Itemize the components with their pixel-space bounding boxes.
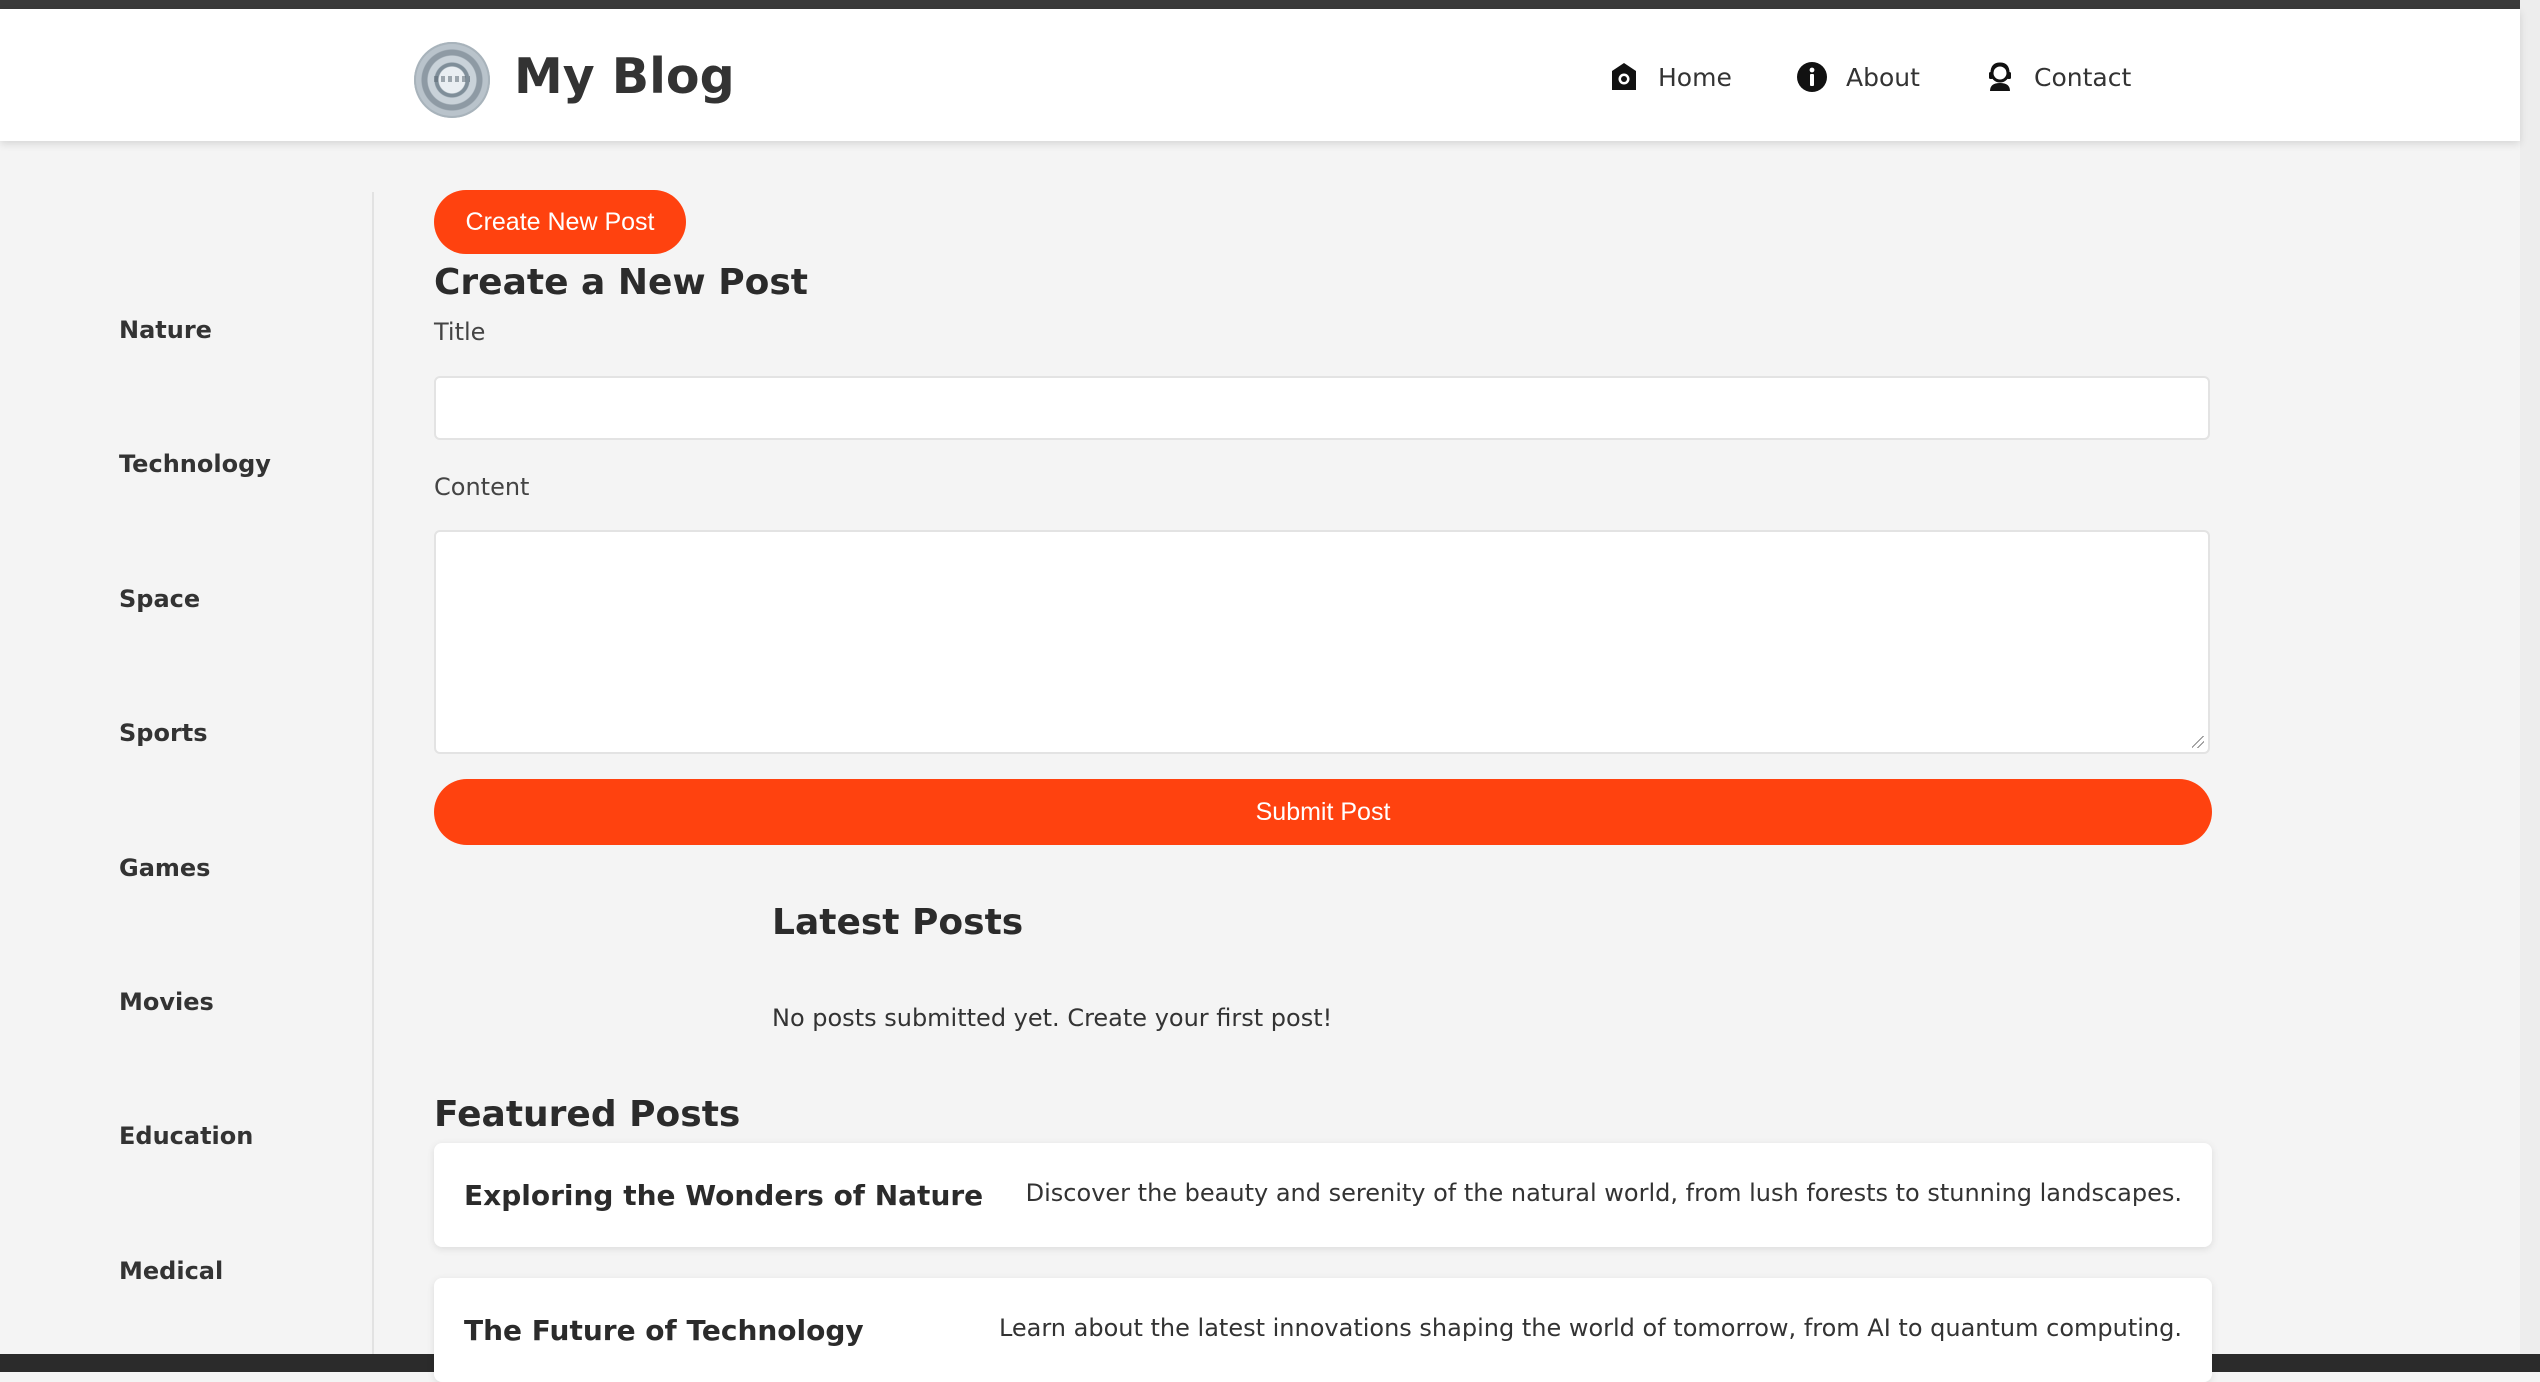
latest-posts-empty-message: No posts submitted yet. Create your firs…: [772, 1004, 1332, 1032]
nav-about-label: About: [1846, 63, 1920, 92]
nav-about-link[interactable]: About: [1796, 54, 1920, 100]
featured-posts-heading: Featured Posts: [434, 1094, 740, 1135]
category-technology[interactable]: Technology: [119, 450, 271, 478]
nav-contact-label: Contact: [2034, 63, 2131, 92]
featured-post-card[interactable]: Exploring the Wonders of Nature Discover…: [434, 1143, 2212, 1247]
contact-icon: [1984, 61, 2016, 93]
scrollbar-track[interactable]: [2520, 0, 2540, 1372]
featured-post-title[interactable]: The Future of Technology: [464, 1314, 864, 1347]
featured-post-card[interactable]: The Future of Technology Learn about the…: [434, 1278, 2212, 1382]
category-games[interactable]: Games: [119, 854, 210, 882]
site-header: My Blog Home About: [0, 9, 2520, 141]
title-input[interactable]: [434, 376, 2210, 440]
submit-post-button[interactable]: Submit Post: [434, 779, 2212, 845]
content-label: Content: [434, 473, 529, 501]
category-education[interactable]: Education: [119, 1122, 253, 1150]
home-icon: [1608, 61, 1640, 93]
form-title: Create a New Post: [434, 262, 808, 303]
latest-posts-heading: Latest Posts: [772, 902, 1023, 943]
nav-home-link[interactable]: Home: [1608, 54, 1732, 100]
category-movies[interactable]: Movies: [119, 988, 214, 1016]
content-textarea[interactable]: [434, 530, 2210, 754]
category-medical[interactable]: Medical: [119, 1257, 223, 1285]
category-sidebar: Nature Technology Space Sports Games Mov…: [0, 192, 374, 1354]
title-label: Title: [434, 318, 485, 346]
resize-handle-icon[interactable]: [2192, 736, 2204, 748]
category-sports[interactable]: Sports: [119, 719, 208, 747]
create-new-post-button[interactable]: Create New Post: [434, 190, 686, 254]
nav-home-label: Home: [1658, 63, 1732, 92]
nav-contact-link[interactable]: Contact: [1984, 54, 2131, 100]
featured-post-description: Discover the beauty and serenity of the …: [1026, 1179, 2182, 1207]
blog-logo-icon[interactable]: [414, 42, 490, 118]
featured-post-description: Learn about the latest innovations shapi…: [999, 1314, 2182, 1342]
info-icon: [1796, 61, 1828, 93]
site-title[interactable]: My Blog: [514, 47, 735, 107]
category-space[interactable]: Space: [119, 585, 200, 613]
category-nature[interactable]: Nature: [119, 316, 212, 344]
featured-post-title[interactable]: Exploring the Wonders of Nature: [464, 1179, 983, 1212]
window-top-bar: [0, 0, 2540, 9]
